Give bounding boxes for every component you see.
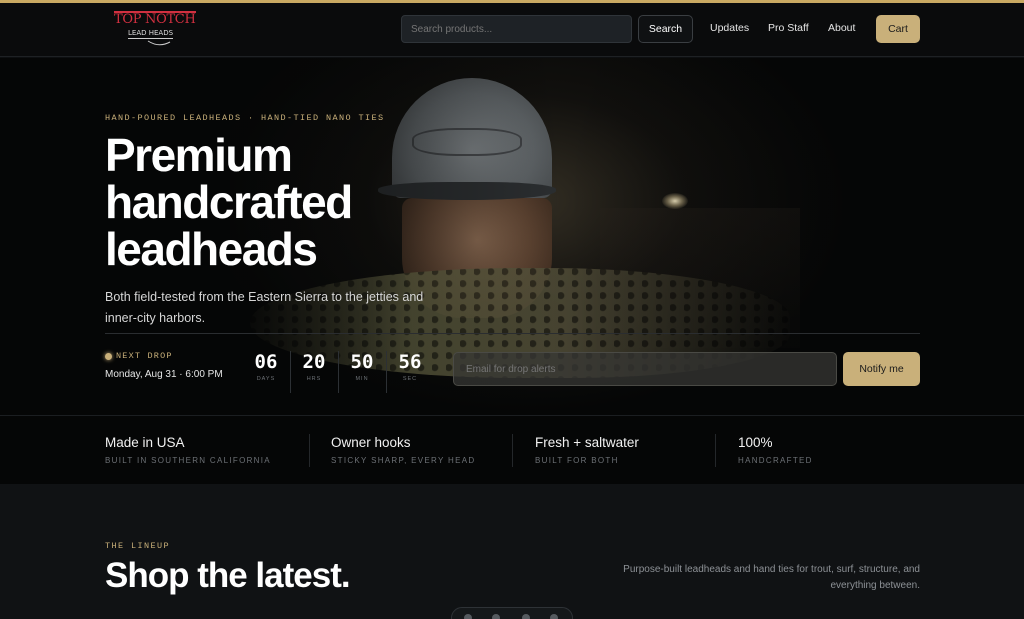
divider: [105, 333, 920, 334]
feature-separator: [309, 434, 310, 467]
floating-toolbar[interactable]: [451, 607, 573, 619]
toolbar-dot-icon[interactable]: [464, 614, 472, 619]
next-drop-date: Monday, Aug 31 · 6:00 PM: [105, 369, 223, 380]
toolbar-dot-icon[interactable]: [492, 614, 500, 619]
notify-me-button[interactable]: Notify me: [843, 352, 920, 386]
toolbar-dot-icon[interactable]: [522, 614, 530, 619]
feature-title: Made in USA: [105, 435, 185, 450]
hero-title: Premium handcrafted leadheads: [105, 129, 353, 275]
search-button[interactable]: Search: [638, 15, 693, 43]
features-strip: Made in USA BUILT IN SOUTHERN CALIFORNIA…: [0, 415, 1024, 484]
hook-icon: [147, 40, 171, 46]
countdown-value: 06: [254, 351, 278, 373]
cart-button[interactable]: Cart: [876, 15, 920, 43]
countdown-minutes: 50 MIN: [338, 350, 386, 394]
nav-about[interactable]: About: [828, 22, 855, 34]
feature-title: Owner hooks: [331, 435, 411, 450]
countdown-unit: HRS: [306, 376, 322, 382]
next-drop-label: NEXT DROP: [116, 351, 173, 361]
hero-section: HAND-POURED LEADHEADS · HAND-TIED NANO T…: [0, 58, 1024, 415]
nav-pro-staff[interactable]: Pro Staff: [768, 22, 809, 34]
feature-item: 100% HANDCRAFTED: [738, 434, 813, 465]
countdown-hours: 20 HRS: [290, 350, 338, 394]
feature-separator: [512, 434, 513, 467]
feature-title: 100%: [738, 435, 773, 450]
toolbar-dot-icon[interactable]: [550, 614, 558, 619]
countdown-unit: SEC: [402, 376, 418, 382]
lineup-section: THE LINEUP Shop the latest. Purpose-buil…: [0, 484, 1024, 619]
countdown-seconds: 56 SEC: [386, 350, 434, 394]
logo-subtitle: LEAD HEADS: [128, 29, 174, 39]
feature-subtitle: HANDCRAFTED: [738, 456, 813, 465]
nav-updates[interactable]: Updates: [710, 22, 749, 34]
countdown-unit: DAYS: [256, 376, 276, 382]
feature-subtitle: STICKY SHARP, EVERY HEAD: [331, 456, 476, 465]
hero-subtitle: Both field-tested from the Eastern Sierr…: [105, 290, 424, 325]
countdown-value: 20: [302, 351, 326, 373]
hero-eyebrow: HAND-POURED LEADHEADS · HAND-TIED NANO T…: [105, 113, 385, 123]
feature-item: Fresh + saltwater BUILT FOR BOTH: [535, 434, 639, 465]
lineup-description: Purpose-built leadheads and hand ties fo…: [623, 564, 920, 591]
logo-wordmark: TOP NOTCH: [114, 11, 196, 27]
feature-title: Fresh + saltwater: [535, 435, 639, 450]
feature-subtitle: BUILT FOR BOTH: [535, 456, 619, 465]
feature-item: Made in USA BUILT IN SOUTHERN CALIFORNIA: [105, 434, 271, 465]
countdown-days: 06 DAYS: [242, 350, 290, 394]
feature-subtitle: BUILT IN SOUTHERN CALIFORNIA: [105, 456, 271, 465]
lineup-eyebrow: THE LINEUP: [105, 541, 171, 551]
logo[interactable]: TOP NOTCH LEAD HEADS: [114, 11, 196, 47]
feature-separator: [715, 434, 716, 467]
lineup-title: Shop the latest.: [105, 556, 351, 595]
feature-item: Owner hooks STICKY SHARP, EVERY HEAD: [331, 434, 475, 465]
site-header: TOP NOTCH LEAD HEADS Search Updates Pro …: [0, 3, 1024, 57]
countdown-value: 50: [350, 351, 374, 373]
countdown-unit: MIN: [355, 376, 369, 382]
email-field[interactable]: [453, 352, 837, 386]
search-input[interactable]: [401, 15, 632, 43]
countdown-value: 56: [398, 351, 422, 373]
live-dot-icon: [105, 353, 112, 360]
